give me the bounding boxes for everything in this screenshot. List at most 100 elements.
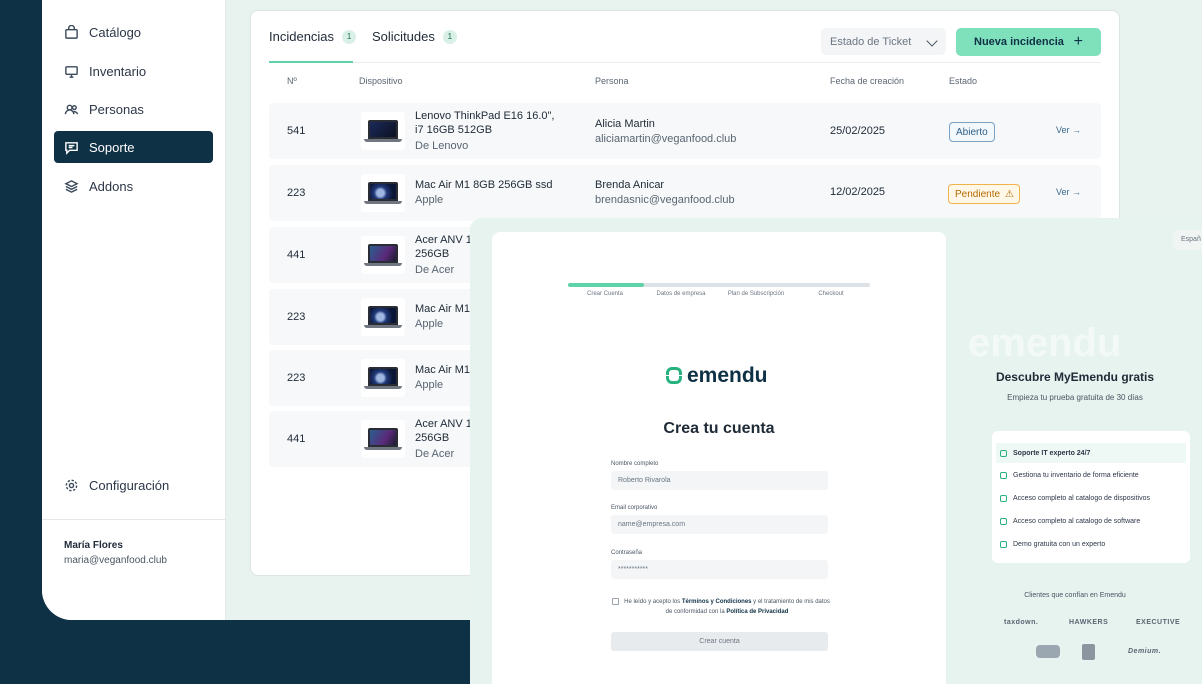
tab-solicitudes[interactable]: Solicitudes 1: [372, 29, 457, 44]
device-brand: De Acer: [415, 264, 455, 276]
promo-title: Descubre MyEmendu gratis: [995, 370, 1155, 384]
person-name: Brenda Anicar: [595, 179, 665, 191]
terms-checkbox[interactable]: [612, 598, 619, 605]
feature-label: Soporte IT experto 24/7: [1013, 449, 1091, 457]
laptop-screen: [368, 244, 398, 263]
sidebar: Catálogo Inventario Personas Soporte Add…: [42, 0, 226, 620]
device-name-line2: 256GB: [415, 432, 450, 444]
create-account-button[interactable]: Crear cuenta: [611, 632, 828, 651]
button-label: Nueva incidencia: [974, 36, 1064, 48]
creation-date: 12/02/2025: [830, 186, 886, 198]
laptop-base: [364, 263, 402, 266]
plus-icon: +: [1073, 33, 1083, 50]
person-email: aliciamartin@veganfood.club: [595, 133, 737, 145]
language-selector[interactable]: Españ: [1173, 230, 1202, 250]
monitor-icon: [65, 65, 78, 78]
column-header-id: Nº: [287, 76, 297, 86]
privacy-link[interactable]: Política de Privacidad: [726, 609, 788, 615]
tab-incidencias[interactable]: Incidencias 1: [269, 29, 357, 44]
tab-label: Incidencias: [269, 29, 335, 44]
sidebar-item-configuracion[interactable]: Configuración: [54, 469, 213, 501]
ticket-id: 541: [287, 125, 306, 137]
table-row[interactable]: 541 Lenovo ThinkPad E16 16.0", i7 16GB 5…: [269, 103, 1101, 159]
terms-text: He leído y acepto los Términos y Condici…: [622, 597, 832, 617]
laptop-base: [364, 139, 402, 142]
count-badge: 1: [342, 29, 357, 44]
device-name-line2: 256GB: [415, 248, 450, 260]
full-name-input[interactable]: Roberto Rivarola: [611, 471, 828, 490]
email-label: Email corporativo: [611, 505, 658, 511]
password-input[interactable]: ***********: [611, 560, 828, 579]
client-logo-executive: EXECUTIVE: [1136, 619, 1181, 626]
device-name: Acer ANV 1: [415, 234, 472, 246]
column-header-status: Estado: [949, 76, 978, 86]
device-thumbnail: [361, 112, 405, 150]
emendu-watermark: emendu: [968, 321, 1122, 365]
table-row[interactable]: 223 Mac Air M1 8GB 256GB ssd Apple Brend…: [269, 165, 1101, 221]
view-link[interactable]: Ver →: [1056, 187, 1081, 197]
laptop-base: [364, 386, 402, 389]
person-name: Alicia Martin: [595, 118, 655, 130]
client-logo-badge: [1036, 645, 1060, 658]
client-logo-demium: Demium.: [1128, 648, 1162, 655]
sidebar-item-catalogo[interactable]: Catálogo: [54, 16, 213, 48]
signup-card: Crear Cuenta Datos de empresa Plan de Su…: [492, 232, 946, 684]
user-email: maria@veganfood.club: [64, 555, 167, 566]
device-name: Mac Air M1: [415, 364, 471, 376]
status-badge: Abierto: [949, 122, 995, 142]
ticket-id: 223: [287, 187, 306, 199]
device-name-line2: i7 16GB 512GB: [415, 124, 493, 136]
active-tab-indicator: [269, 61, 353, 63]
warning-icon: ⚠: [1005, 188, 1015, 200]
logo-text: emendu: [687, 364, 768, 387]
status-filter-select[interactable]: Estado de Ticket: [821, 28, 946, 55]
filter-label: Estado de Ticket: [830, 35, 912, 48]
device-thumbnail: [361, 174, 405, 212]
tabs-divider: [269, 62, 1101, 63]
sidebar-item-inventario[interactable]: Inventario: [54, 55, 213, 87]
status-badge: Pendiente ⚠: [948, 184, 1020, 204]
device-thumbnail: [361, 420, 405, 458]
sidebar-item-label: Addons: [89, 178, 134, 194]
feature-label: Gestiona tu inventario de forma eficient…: [1013, 472, 1139, 479]
emendu-logo-icon: [666, 367, 682, 385]
terms-link[interactable]: Términos y Condiciones: [682, 599, 752, 605]
column-header-date: Fecha de creación: [830, 76, 905, 86]
device-name: Mac Air M1 8GB 256GB ssd: [415, 179, 553, 191]
laptop-screen: [368, 120, 398, 139]
laptop-base: [364, 201, 402, 204]
people-icon: [64, 104, 79, 114]
expert-icon: [1000, 541, 1007, 548]
sidebar-item-soporte[interactable]: Soporte: [54, 131, 213, 163]
client-logo-taxdown: taxdown.: [1004, 619, 1039, 626]
feature-item: Soporte IT experto 24/7: [996, 443, 1186, 463]
laptop-base: [364, 447, 402, 450]
device-name: Acer ANV 1: [415, 418, 472, 430]
device-thumbnail: [361, 298, 405, 336]
gear-icon: [65, 479, 78, 491]
email-input[interactable]: name@empresa.com: [611, 515, 828, 534]
emendu-logo: emendu: [666, 364, 768, 388]
laptop-screen: [368, 428, 398, 447]
laptop-screen: [368, 367, 398, 386]
client-logo-hawkers: HAWKERS: [1069, 619, 1109, 626]
device-thumbnail: [361, 236, 405, 274]
person-email: brendasnic@veganfood.club: [595, 194, 735, 206]
laptop-base: [364, 325, 402, 328]
signup-progress-bar: [568, 283, 870, 287]
sidebar-item-personas[interactable]: Personas: [54, 93, 213, 125]
clients-title: Clientes que confían en Emendu: [1024, 592, 1126, 599]
signup-window: Crear Cuenta Datos de empresa Plan de Su…: [470, 218, 1202, 684]
layers-icon: [64, 179, 79, 193]
full-name-label: Nombre completo: [611, 461, 659, 467]
devices-icon: [1000, 495, 1007, 502]
view-link[interactable]: Ver →: [1056, 125, 1081, 135]
sidebar-item-addons[interactable]: Addons: [54, 170, 213, 202]
laptop-screen: [368, 306, 398, 325]
features-list: Soporte IT experto 24/7 Gestiona tu inve…: [992, 431, 1190, 563]
form-title: Crea tu cuenta: [663, 420, 775, 437]
device-brand: De Lenovo: [415, 140, 469, 152]
step-checkout: Checkout: [818, 291, 844, 297]
laptop-screen: [368, 182, 398, 201]
new-incident-button[interactable]: Nueva incidencia +: [956, 28, 1101, 56]
